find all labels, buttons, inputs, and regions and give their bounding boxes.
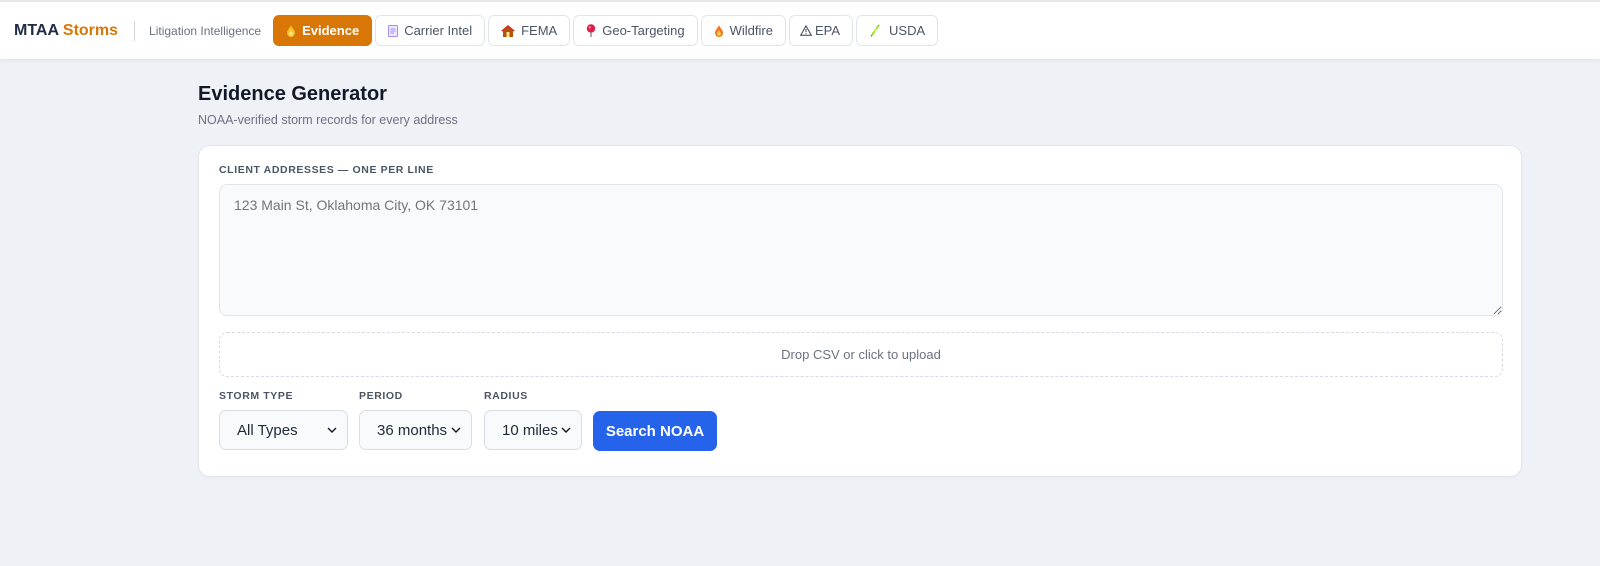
period-label: PERIOD [359, 390, 403, 402]
brand-name-accent: Storms [62, 21, 119, 39]
radius-label: RADIUS [484, 390, 528, 402]
radius-select[interactable]: 10 miles [484, 410, 582, 450]
period-value: 36 months [377, 421, 448, 439]
chevron-down-icon [561, 427, 571, 433]
tab-geo-targeting[interactable]: Geo-Targeting [573, 15, 698, 46]
tab-label: USDA [889, 23, 926, 38]
warning-icon [799, 25, 812, 36]
document-icon [388, 24, 399, 37]
tab-usda[interactable]: USDA [856, 15, 939, 46]
evidence-form-card: CLIENT ADDRESSES — ONE PER LINE Drop CSV… [198, 145, 1522, 477]
tab-label: Geo-Targeting [602, 23, 685, 38]
fire-icon [714, 24, 724, 37]
tab-label: Evidence [302, 23, 360, 38]
storm-type-select[interactable]: All Types [219, 410, 348, 450]
chevron-down-icon [327, 427, 337, 433]
addresses-label: CLIENT ADDRESSES — ONE PER LINE [219, 164, 434, 176]
tab-label: Wildfire [729, 23, 773, 38]
brand-logo[interactable]: MTAA Storms [14, 22, 118, 40]
tab-label: EPA [814, 23, 841, 38]
chevron-down-icon [451, 427, 461, 433]
addresses-textarea[interactable] [219, 184, 1503, 316]
tab-label: Carrier Intel [404, 23, 473, 38]
module-tabs: Evidence Carrier Intel FEMA Geo-Targetin… [273, 15, 939, 46]
top-navigation-bar: MTAA Storms Litigation Intelligence Evid… [0, 0, 1600, 60]
pin-icon [586, 24, 596, 37]
wheat-icon [869, 24, 881, 37]
storm-type-label: STORM TYPE [219, 390, 294, 402]
tab-evidence[interactable]: Evidence [273, 15, 373, 46]
tab-carrier-intel[interactable]: Carrier Intel [375, 15, 486, 46]
radius-value: 10 miles [502, 421, 558, 439]
tab-label: FEMA [521, 23, 558, 38]
storm-type-value: All Types [237, 421, 298, 439]
app-subtitle: Litigation Intelligence [149, 23, 262, 38]
house-icon [501, 24, 516, 37]
csv-upload-dropzone[interactable]: Drop CSV or click to upload [219, 332, 1503, 377]
page-title: Evidence Generator [198, 83, 387, 105]
header-divider [134, 20, 136, 41]
brand-name-primary: MTAA [14, 21, 59, 39]
upload-text: Drop CSV or click to upload [781, 347, 941, 362]
page-subtitle: NOAA-verified storm records for every ad… [198, 113, 458, 127]
tab-wildfire[interactable]: Wildfire [700, 15, 786, 46]
search-noaa-button[interactable]: Search NOAA [593, 411, 717, 451]
flame-drop-icon [286, 24, 296, 37]
tab-epa[interactable]: EPA [788, 15, 854, 46]
tab-fema[interactable]: FEMA [488, 15, 571, 46]
period-select[interactable]: 36 months [359, 410, 472, 450]
